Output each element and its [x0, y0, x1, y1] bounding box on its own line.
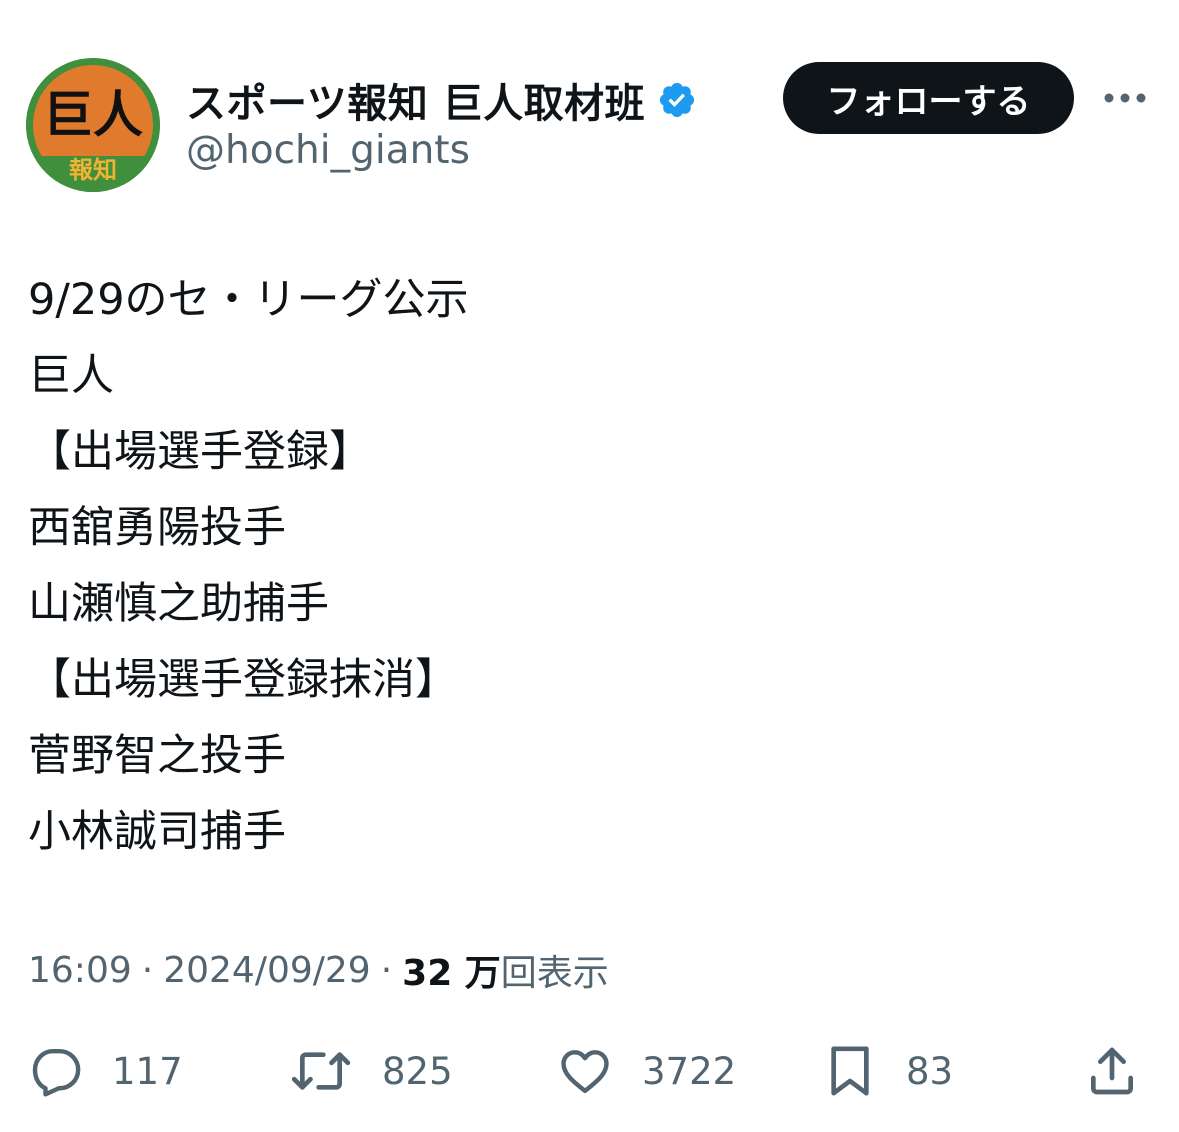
- reply-button[interactable]: 117: [28, 1036, 183, 1106]
- author-handle[interactable]: @hochi_giants: [186, 128, 470, 173]
- views-label: 回表示: [500, 953, 609, 994]
- share-icon: [1084, 1043, 1140, 1099]
- tweet-line: 山瀬慎之助捕手: [28, 579, 329, 629]
- display-name-text: スポーツ報知 巨人取材班: [186, 81, 646, 127]
- bookmark-count: 83: [906, 1049, 954, 1093]
- tweet-line: 西舘勇陽投手: [28, 503, 286, 553]
- share-button[interactable]: [1084, 1036, 1140, 1106]
- tweet-line: 【出場選手登録抹消】: [28, 655, 458, 705]
- like-count: 3722: [642, 1049, 737, 1093]
- avatar-sub-text: 報知: [69, 156, 117, 184]
- meta-separator: ·: [380, 949, 393, 991]
- more-options-icon[interactable]: [1100, 82, 1150, 114]
- tweet-line: 9/29のセ・リーグ公示: [28, 275, 469, 325]
- retweet-count: 825: [382, 1049, 453, 1093]
- avatar-main-text: 巨人: [43, 86, 143, 144]
- tweet-line: 菅野智之投手: [28, 731, 286, 781]
- bookmark-button[interactable]: 83: [822, 1036, 953, 1106]
- follow-button[interactable]: フォローする: [783, 62, 1074, 134]
- avatar[interactable]: 巨人 報知: [26, 58, 160, 192]
- action-bar: 117 825 3722 83: [0, 1036, 1179, 1106]
- tweet-line: 小林誠司捕手: [28, 807, 286, 857]
- retweet-button[interactable]: 825: [288, 1036, 453, 1106]
- like-button[interactable]: 3722: [556, 1036, 736, 1106]
- verified-badge-icon: [657, 80, 697, 120]
- reply-icon: [28, 1043, 84, 1099]
- tweet-line: 巨人: [28, 351, 114, 401]
- reply-count: 117: [112, 1049, 183, 1093]
- meta-separator: ·: [141, 949, 154, 991]
- like-icon: [556, 1043, 614, 1099]
- tweet-time[interactable]: 16:09: [28, 950, 132, 991]
- tweet-text: 9/29のセ・リーグ公示 巨人 【出場選手登録】 西舘勇陽投手 山瀬慎之助捕手 …: [28, 262, 1148, 870]
- tweet-meta: 16:09 · 2024/09/29 · 32 万 回表示: [28, 942, 609, 998]
- author-display-name[interactable]: スポーツ報知 巨人取材班: [186, 74, 697, 127]
- tweet-line: 【出場選手登録】: [28, 427, 372, 477]
- tweet-date[interactable]: 2024/09/29: [163, 950, 371, 991]
- bookmark-icon: [822, 1041, 878, 1101]
- retweet-icon: [288, 1043, 354, 1099]
- views-count: 32 万: [402, 953, 501, 994]
